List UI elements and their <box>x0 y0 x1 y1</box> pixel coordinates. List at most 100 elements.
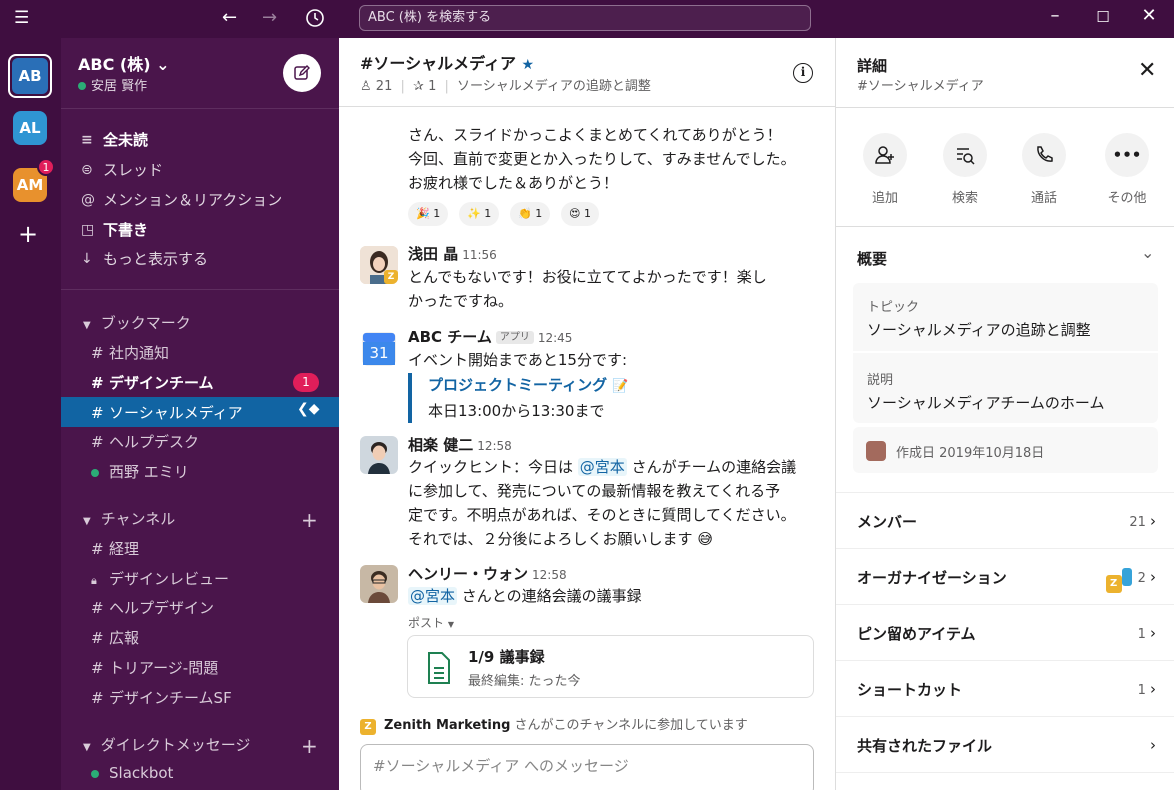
chevron-down-icon[interactable]: ⌄ <box>1141 243 1154 262</box>
channel-pr[interactable]: # 広報 <box>91 627 139 648</box>
message-time[interactable]: 11:56 <box>462 248 497 262</box>
reaction-clap[interactable]: 👏 1 <box>510 202 551 226</box>
hash-icon: # <box>91 599 104 617</box>
nav-unreads[interactable]: ≡ 全未読 <box>81 129 148 150</box>
close-window-button[interactable]: ✕ <box>1134 5 1164 26</box>
author-name[interactable]: 相楽 健二 <box>408 436 473 454</box>
channel-help-design[interactable]: # ヘルプデザイン <box>91 597 214 618</box>
zenith-logo-icon: Z <box>1105 575 1122 593</box>
workspace-al[interactable]: AL <box>13 111 47 145</box>
dm-label: Slackbot <box>109 764 174 782</box>
avatar-asada[interactable]: Z <box>360 246 398 284</box>
back-arrow-icon[interactable]: ← <box>222 7 237 28</box>
members-icon[interactable]: ♙ <box>360 79 372 94</box>
overview-header[interactable]: 概要 <box>857 248 887 269</box>
workspace-name[interactable]: ABC (株) ⌄ <box>78 51 170 75</box>
org-name[interactable]: Zenith Marketing <box>384 718 510 733</box>
channel-topic[interactable]: ソーシャルメディアの追跡と調整 <box>457 79 651 94</box>
post-attachment[interactable]: 1/9 議事録 最終編集: たった今 <box>407 635 814 698</box>
channel-triage[interactable]: # トリアージ-問題 <box>91 657 218 678</box>
dm-nishino[interactable]: 西野 エミリ <box>91 461 189 482</box>
message-author[interactable]: ヘンリー・ウォン 12:58 <box>408 563 567 584</box>
message-author[interactable]: ABC チーム アプリ 12:45 <box>408 326 572 347</box>
history-icon[interactable] <box>305 8 325 32</box>
channel-help-desk[interactable]: # ヘルプデスク <box>91 431 199 452</box>
minimize-button[interactable]: – <box>1040 5 1070 26</box>
avatar-henry[interactable] <box>360 565 398 603</box>
section-dms[interactable]: ▼ ダイレクトメッセージ <box>83 734 250 755</box>
section-bookmarks[interactable]: ▼ ブックマーク <box>83 312 191 333</box>
nav-drafts[interactable]: ◳ 下書き <box>81 219 148 240</box>
avatar-sagara[interactable] <box>360 436 398 474</box>
dm-slackbot[interactable]: Slackbot <box>91 764 173 782</box>
section-channels[interactable]: ▼ チャンネル <box>83 508 175 529</box>
channel-accounting[interactable]: # 経理 <box>91 538 139 559</box>
nav-mentions[interactable]: @ メンション＆リアクション <box>81 189 282 210</box>
organizations-row[interactable]: オーガナイゼーション Z 2 › <box>836 548 1174 604</box>
topic-description-box[interactable]: トピック ソーシャルメディアの追跡と調整 説明 ソーシャルメディアチームのホーム <box>853 283 1158 423</box>
channel-design-team[interactable]: # デザインチーム <box>91 372 214 393</box>
user-mention[interactable]: @宮本 <box>577 458 627 476</box>
reaction-heart-eyes[interactable]: 😍 1 <box>561 202 599 226</box>
maximize-button[interactable]: ☐ <box>1088 8 1118 26</box>
member-count[interactable]: 21 <box>376 79 393 94</box>
message-author[interactable]: 相楽 健二 12:58 <box>408 434 512 455</box>
author-name[interactable]: ABC チーム <box>408 328 492 346</box>
channel-company-notice[interactable]: # 社内通知 <box>91 342 169 363</box>
pin-count[interactable]: 1 <box>428 79 436 94</box>
more-button[interactable]: ••• その他 <box>1092 133 1162 206</box>
menu-icon[interactable]: ☰ <box>14 8 29 28</box>
workspace-al-label: AL <box>19 119 41 137</box>
channel-design-review[interactable]: 🔒︎ デザインレビュー <box>91 568 229 589</box>
post-title[interactable]: 1/9 議事録 <box>468 646 545 667</box>
event-title[interactable]: プロジェクトミーティング 📝 <box>428 373 629 399</box>
message-author[interactable]: 浅田 晶 11:56 <box>408 243 497 264</box>
event-title-text[interactable]: プロジェクトミーティング <box>428 376 607 394</box>
call-button[interactable]: 通話 <box>1009 133 1079 206</box>
add-dm-icon[interactable]: + <box>301 734 318 758</box>
message-time[interactable]: 12:58 <box>532 568 567 582</box>
current-user: 安居 賢作 <box>78 75 147 94</box>
workspace-ab[interactable]: AB <box>8 54 52 98</box>
pinned-items-row[interactable]: ピン留めアイテム 1 › <box>836 604 1174 660</box>
message-time[interactable]: 12:45 <box>538 331 573 345</box>
add-member-button[interactable]: 追加 <box>850 133 920 206</box>
search-channel-button[interactable]: 検索 <box>930 133 1000 206</box>
message-input[interactable]: #ソーシャルメディア へのメッセージ <box>360 744 814 790</box>
hash-icon: # <box>91 659 104 677</box>
nav-more[interactable]: ↓ もっと表示する <box>81 248 208 269</box>
info-icon[interactable]: i <box>793 63 813 83</box>
author-name[interactable]: 浅田 晶 <box>408 245 458 263</box>
members-row[interactable]: メンバー 21 › <box>836 492 1174 548</box>
message-time[interactable]: 12:58 <box>477 439 512 453</box>
channel-design-team-sf[interactable]: # デザインチームSF <box>91 687 232 708</box>
row-count: 1 <box>1137 627 1146 642</box>
channel-label: 経理 <box>109 540 140 558</box>
calendar-app-icon[interactable]: 31 <box>360 330 398 368</box>
compose-button[interactable] <box>283 54 321 92</box>
reaction-sparkles[interactable]: ✨ 1 <box>459 202 500 226</box>
details-subtitle: #ソーシャルメディア <box>857 79 984 94</box>
reaction-party[interactable]: 🎉 1 <box>408 202 449 226</box>
forward-arrow-icon[interactable]: → <box>262 7 277 28</box>
star-icon[interactable]: ★ <box>522 57 535 73</box>
close-icon[interactable]: ✕ <box>1138 58 1156 83</box>
drafts-icon: ◳ <box>81 221 95 238</box>
author-name[interactable]: ヘンリー・ウォン <box>408 565 528 583</box>
pin-icon[interactable]: ✰ <box>413 79 424 94</box>
channel-title[interactable]: #ソーシャルメディア ★ <box>360 50 534 74</box>
shared-channel-icon: ❮◆ <box>297 401 320 417</box>
channel-social-media[interactable]: # ソーシャルメディア <box>91 402 243 423</box>
message-line: @宮本 さんとの連絡会議の議事録 <box>408 584 642 608</box>
created-date: 作成日 2019年10月18日 <box>896 446 1045 461</box>
search-input[interactable]: ABC (株) を検索する <box>359 5 811 31</box>
user-mention[interactable]: @宮本 <box>408 587 458 605</box>
post-label[interactable]: ポスト ▼ <box>408 614 454 631</box>
nav-threads[interactable]: ⊜ スレッド <box>81 159 163 180</box>
channel-header: #ソーシャルメディア ★ ♙ 21 | ✰ 1 | ソーシャルメディアの追跡と調… <box>339 38 836 107</box>
add-channel-icon[interactable]: + <box>301 508 318 532</box>
add-workspace-icon[interactable]: + <box>18 220 38 248</box>
shared-files-row[interactable]: 共有されたファイル › <box>836 716 1174 772</box>
online-status-icon <box>91 770 99 778</box>
shortcuts-row[interactable]: ショートカット 1 › <box>836 660 1174 716</box>
